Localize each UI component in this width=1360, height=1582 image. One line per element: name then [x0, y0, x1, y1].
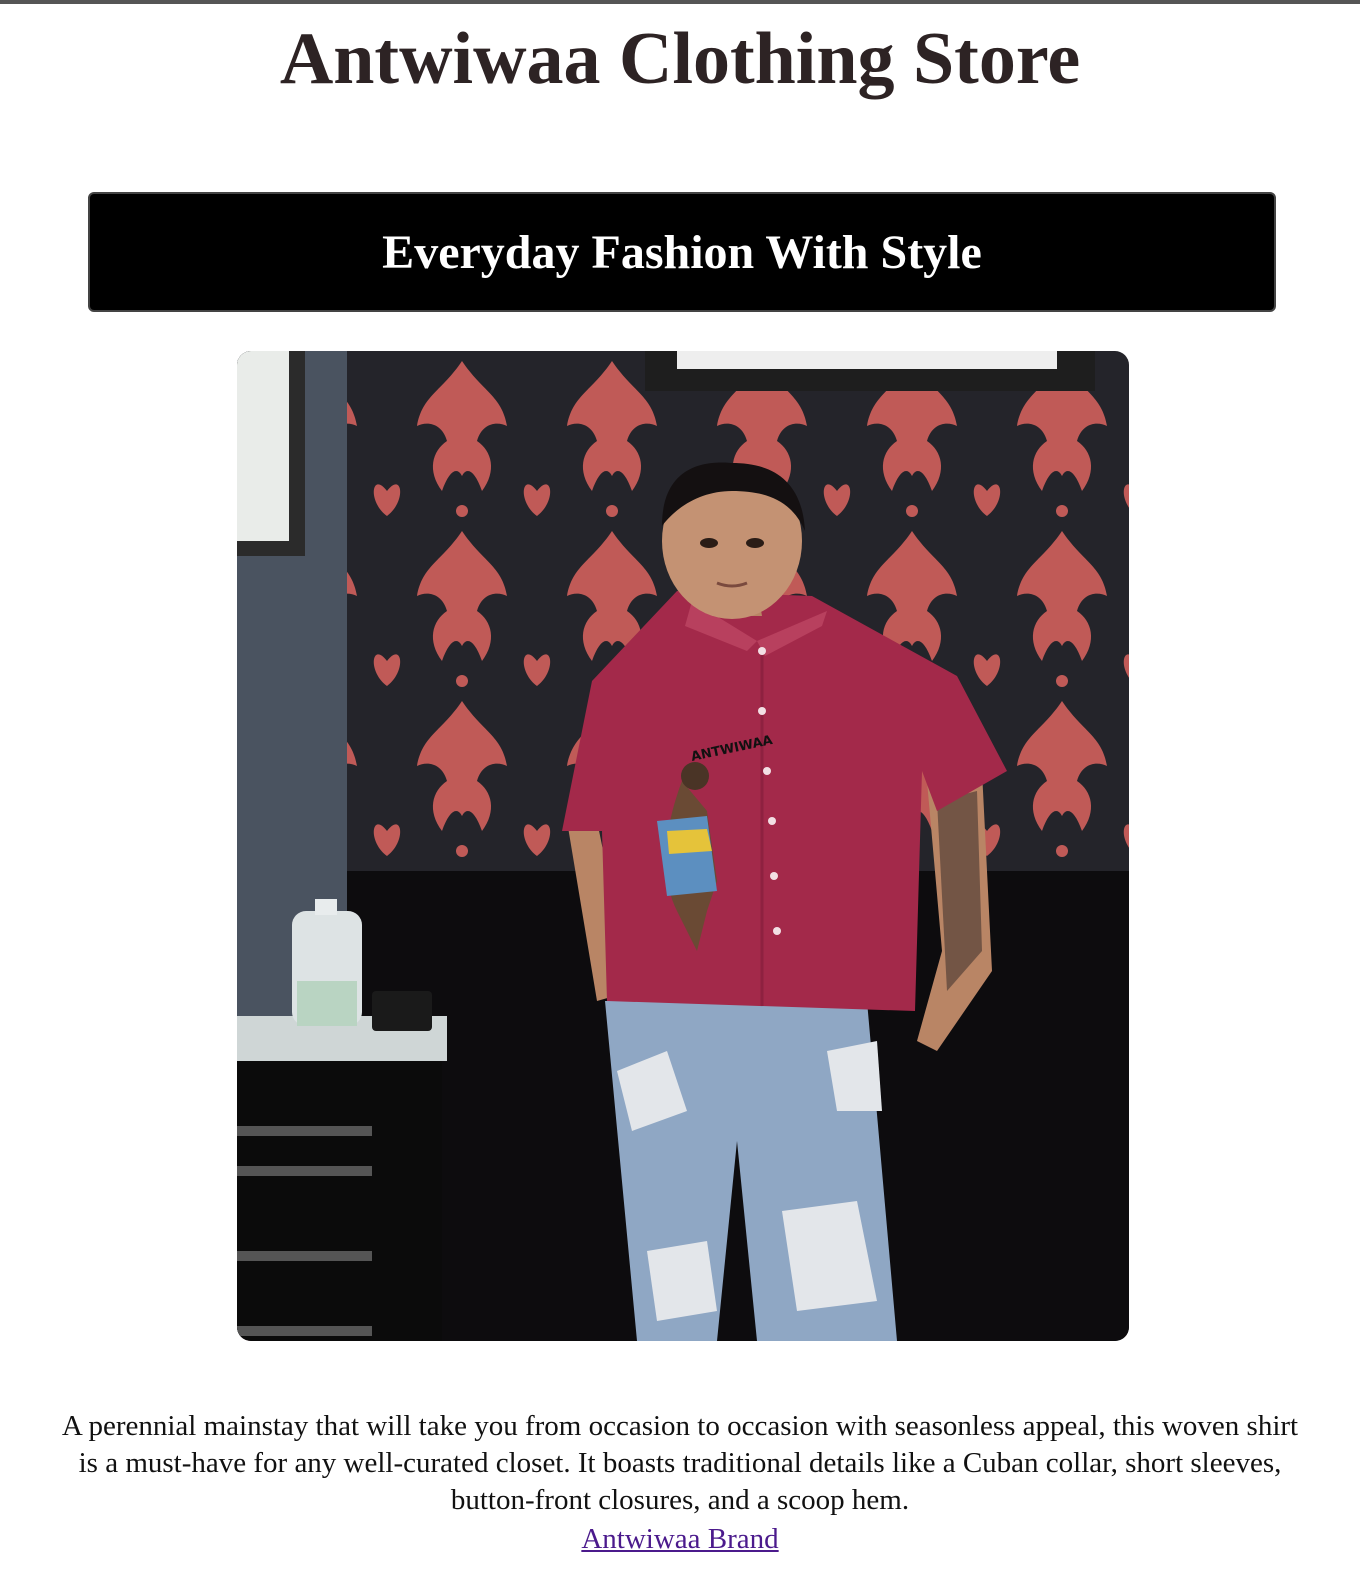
product-photo: ANTWIWAA: [237, 351, 1129, 1341]
brand-link[interactable]: Antwiwaa Brand: [581, 1523, 778, 1555]
top-divider: [0, 0, 1360, 4]
brand-link-container: Antwiwaa Brand: [0, 1521, 1360, 1557]
product-description: A perennial mainstay that will take you …: [61, 1410, 1299, 1516]
site-title: Antwiwaa Clothing Store: [279, 18, 1081, 100]
hero-banner: Everyday Fashion With Style: [88, 192, 1276, 312]
banner-heading: Everyday Fashion With Style: [382, 225, 982, 279]
